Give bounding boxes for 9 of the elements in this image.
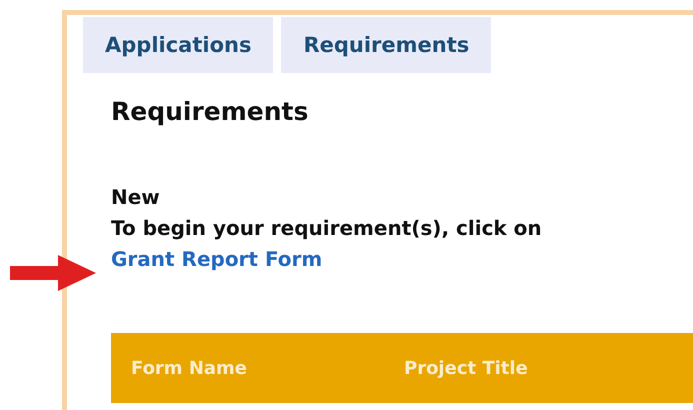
section-title: New — [111, 184, 161, 211]
column-header: Project Title — [404, 358, 528, 378]
arrow-icon — [10, 255, 96, 291]
instruction-text: To begin your requirement(s), click on — [111, 215, 543, 242]
form-link[interactable]: Grant Report Form — [111, 247, 322, 271]
column-header: Form Name — [131, 358, 248, 378]
page-heading: Requirements — [111, 97, 310, 126]
tab[interactable]: Applications — [83, 17, 274, 73]
tab[interactable]: Requirements — [281, 17, 492, 73]
